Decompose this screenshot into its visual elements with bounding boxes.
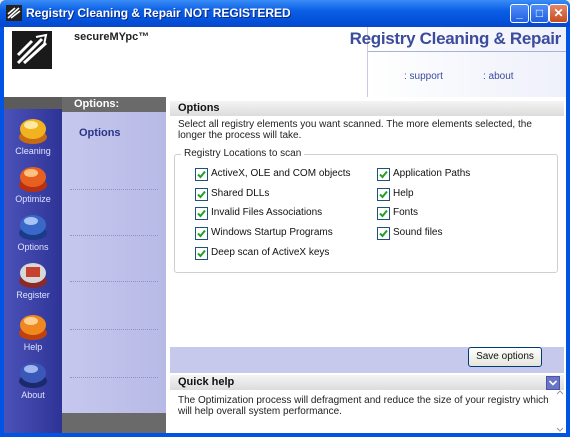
quick-help-text: The Optimization process will defragment… bbox=[178, 395, 549, 417]
options-icon bbox=[17, 211, 49, 241]
checkbox-box[interactable] bbox=[377, 188, 390, 201]
checkbox-label: Application Paths bbox=[393, 168, 471, 179]
checkbox-box[interactable] bbox=[195, 227, 208, 240]
window-title: Registry Cleaning & Repair NOT REGISTERE… bbox=[26, 6, 291, 20]
app-title: Registry Cleaning & Repair bbox=[349, 29, 562, 48]
checkbox-label: Help bbox=[393, 188, 414, 199]
client-area: secureMYpc™ Registry Cleaning & Repair :… bbox=[4, 27, 566, 433]
save-options-button[interactable]: Save options bbox=[468, 347, 542, 367]
divider bbox=[70, 189, 158, 190]
checkbox-label: Invalid Files Associations bbox=[211, 207, 323, 218]
options-panel-footer bbox=[62, 413, 166, 433]
checkbox-box[interactable] bbox=[377, 227, 390, 240]
quick-help-scrollbar[interactable] bbox=[556, 389, 564, 433]
header: secureMYpc™ Registry Cleaning & Repair :… bbox=[4, 27, 566, 97]
sidebar-item-optimize[interactable]: Optimize bbox=[6, 163, 60, 209]
sidebar: Cleaning Optimize Options Register Help … bbox=[4, 97, 62, 433]
optimize-icon bbox=[17, 163, 49, 193]
checkbox-label: Shared DLLs bbox=[211, 188, 270, 199]
registry-locations-group: Registry Locations to scan ActiveX, OLE … bbox=[174, 148, 558, 273]
main-panel: Options Select all registry elements you… bbox=[166, 97, 566, 433]
title-bar[interactable]: Registry Cleaning & Repair NOT REGISTERE… bbox=[0, 0, 570, 27]
quick-help-heading: Quick help bbox=[170, 375, 564, 390]
group-title: Registry Locations to scan bbox=[181, 148, 305, 159]
checkbox-box[interactable] bbox=[377, 168, 390, 181]
checkbox-label: Deep scan of ActiveX keys bbox=[211, 247, 330, 258]
checkbox-box[interactable] bbox=[377, 207, 390, 220]
sidebar-item-cleaning[interactable]: Cleaning bbox=[6, 115, 60, 161]
checkbox-label: ActiveX, OLE and COM objects bbox=[211, 168, 351, 179]
quick-help-title: Quick help bbox=[178, 376, 235, 388]
collapse-toggle-icon[interactable] bbox=[546, 376, 560, 390]
checkbox-box[interactable] bbox=[195, 207, 208, 220]
maximize-button[interactable]: □ bbox=[530, 4, 549, 23]
app-window: Registry Cleaning & Repair NOT REGISTERE… bbox=[0, 0, 570, 437]
options-description: Select all registry elements you want sc… bbox=[178, 119, 532, 141]
options-panel: Options: Options bbox=[62, 97, 166, 433]
help-icon bbox=[17, 311, 49, 341]
about-link[interactable]: : about bbox=[483, 71, 514, 82]
checkbox-label: Windows Startup Programs bbox=[211, 227, 333, 238]
brand-name: secureMYpc™ bbox=[74, 31, 150, 43]
sidebar-item-help[interactable]: Help bbox=[6, 311, 60, 357]
register-icon bbox=[17, 259, 49, 289]
support-link[interactable]: : support bbox=[404, 71, 443, 82]
sidebar-item-label: Options bbox=[17, 242, 49, 252]
close-button[interactable]: ✕ bbox=[549, 4, 568, 23]
sidebar-item-options[interactable]: Options bbox=[6, 211, 60, 257]
checkbox-box[interactable] bbox=[195, 188, 208, 201]
sidebar-item-label: Cleaning bbox=[15, 146, 51, 156]
divider bbox=[70, 235, 158, 236]
app-icon bbox=[6, 5, 22, 21]
checkbox-box[interactable] bbox=[195, 168, 208, 181]
divider bbox=[70, 329, 158, 330]
securemypc-logo bbox=[12, 31, 52, 69]
options-panel-heading: Options: bbox=[62, 97, 166, 112]
checkbox-label: Sound files bbox=[393, 227, 443, 238]
cleaning-icon bbox=[17, 115, 49, 145]
sidebar-item-label: About bbox=[21, 390, 45, 400]
sidebar-item-register[interactable]: Register bbox=[6, 259, 60, 305]
checkbox-label: Fonts bbox=[393, 207, 419, 218]
sidebar-item-label: Help bbox=[23, 342, 43, 352]
divider bbox=[70, 377, 158, 378]
header-divider bbox=[368, 51, 566, 52]
checkbox-box[interactable] bbox=[195, 247, 208, 260]
minimize-button[interactable]: _ bbox=[510, 4, 529, 23]
about-icon bbox=[17, 359, 49, 389]
header-title-panel: Registry Cleaning & Repair : support : a… bbox=[350, 27, 566, 97]
sidebar-item-label: Optimize bbox=[15, 194, 51, 204]
options-section-heading: Options bbox=[170, 101, 564, 116]
divider bbox=[70, 281, 158, 282]
sidebar-top-bar bbox=[4, 97, 62, 109]
sidebar-item-about[interactable]: About bbox=[6, 359, 60, 405]
sidebar-item-label: Register bbox=[16, 290, 50, 300]
options-nav-item[interactable]: Options bbox=[79, 127, 121, 139]
